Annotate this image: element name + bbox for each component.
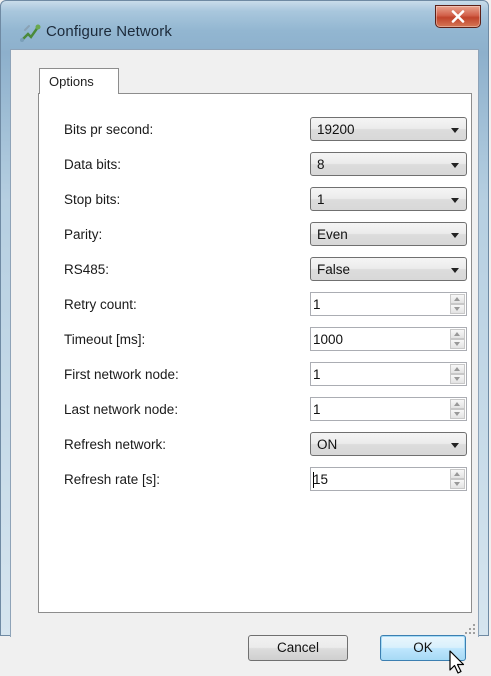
numeric-value: 1 [313,402,321,417]
resize-grip-icon[interactable] [464,623,476,635]
chevron-down-icon[interactable] [451,198,459,203]
option-label: Stop bits: [64,192,121,207]
spinner-arrows-icon [450,329,465,349]
spin-down-button[interactable] [450,304,465,314]
spin-down-button[interactable] [450,409,465,419]
option-label: Parity: [64,227,103,242]
chevron-down-icon[interactable] [451,128,459,133]
chevron-down-icon[interactable] [451,163,459,168]
text-caret [313,472,314,488]
dropdown-select[interactable]: Even [310,222,467,246]
chevron-down-icon[interactable] [451,233,459,238]
title-bar[interactable]: Configure Network [1,1,488,49]
dialog-client-area: Options Bits pr second: 19200 Data bits: 8 S… [10,49,479,674]
tab-label: Options [49,74,94,89]
tab-options[interactable]: Options [39,68,119,94]
numeric-input[interactable]: 15 [310,467,467,491]
dropdown-value: ON [317,437,338,452]
option-row: Data bits: 8 [39,152,471,178]
spinner-arrows-icon [450,399,465,419]
option-row: Parity: Even [39,222,471,248]
dialog-window: Configure Network Options Bits pr second… [0,0,489,674]
numeric-value: 1000 [313,332,344,347]
dropdown-value: 1 [317,192,325,207]
spinner-arrows-icon [450,364,465,384]
spin-down-button[interactable] [450,479,465,489]
numeric-input[interactable]: 1000 [310,327,467,351]
dropdown-value: 8 [317,157,325,172]
option-label: Refresh rate [s]: [64,472,161,487]
dropdown-select[interactable]: ON [310,432,467,456]
dropdown-select[interactable]: False [310,257,467,281]
spin-up-button[interactable] [450,294,465,304]
numeric-input[interactable]: 1 [310,362,467,386]
option-label: Refresh network: [64,437,167,452]
numeric-value: 1 [313,297,321,312]
options-panel: Bits pr second: 19200 Data bits: 8 Stop bits… [38,93,472,613]
mouse-pointer-icon [449,650,465,674]
cancel-button[interactable]: Cancel [248,635,348,661]
option-label: Data bits: [64,157,122,172]
option-label: Timeout [ms]: [64,332,146,347]
close-button[interactable] [435,5,481,28]
spin-up-button[interactable] [450,329,465,339]
dropdown-value: False [317,262,351,277]
dropdown-value: 19200 [317,122,355,137]
option-label: RS485: [64,262,110,277]
spin-down-button[interactable] [450,339,465,349]
dropdown-select[interactable]: 19200 [310,117,467,141]
spin-up-button[interactable] [450,399,465,409]
dropdown-value: Even [317,227,348,242]
spinner-arrows-icon [450,294,465,314]
option-row: Last network node: 1 [39,397,471,423]
dropdown-select[interactable]: 8 [310,152,467,176]
dropdown-select[interactable]: 1 [310,187,467,211]
numeric-value: 15 [313,472,329,487]
close-icon [451,10,465,23]
option-label: First network node: [64,367,179,382]
numeric-input[interactable]: 1 [310,397,467,421]
chevron-down-icon[interactable] [451,443,459,448]
option-row: Refresh network: ON [39,432,471,458]
option-label: Last network node: [64,402,179,417]
spin-up-button[interactable] [450,364,465,374]
network-config-icon [20,24,41,42]
option-row: Refresh rate [s]: 15 [39,467,471,493]
numeric-value: 1 [313,367,321,382]
option-row: Retry count: 1 [39,292,471,318]
spinner-arrows-icon [450,469,465,489]
spin-up-button[interactable] [450,469,465,479]
option-row: Bits pr second: 19200 [39,117,471,143]
option-row: RS485: False [39,257,471,283]
option-row: First network node: 1 [39,362,471,388]
spin-down-button[interactable] [450,374,465,384]
window-title: Configure Network [46,23,172,40]
option-label: Retry count: [64,297,137,312]
numeric-input[interactable]: 1 [310,292,467,316]
chevron-down-icon[interactable] [451,268,459,273]
option-label: Bits pr second: [64,122,154,137]
option-row: Stop bits: 1 [39,187,471,213]
option-row: Timeout [ms]: 1000 [39,327,471,353]
